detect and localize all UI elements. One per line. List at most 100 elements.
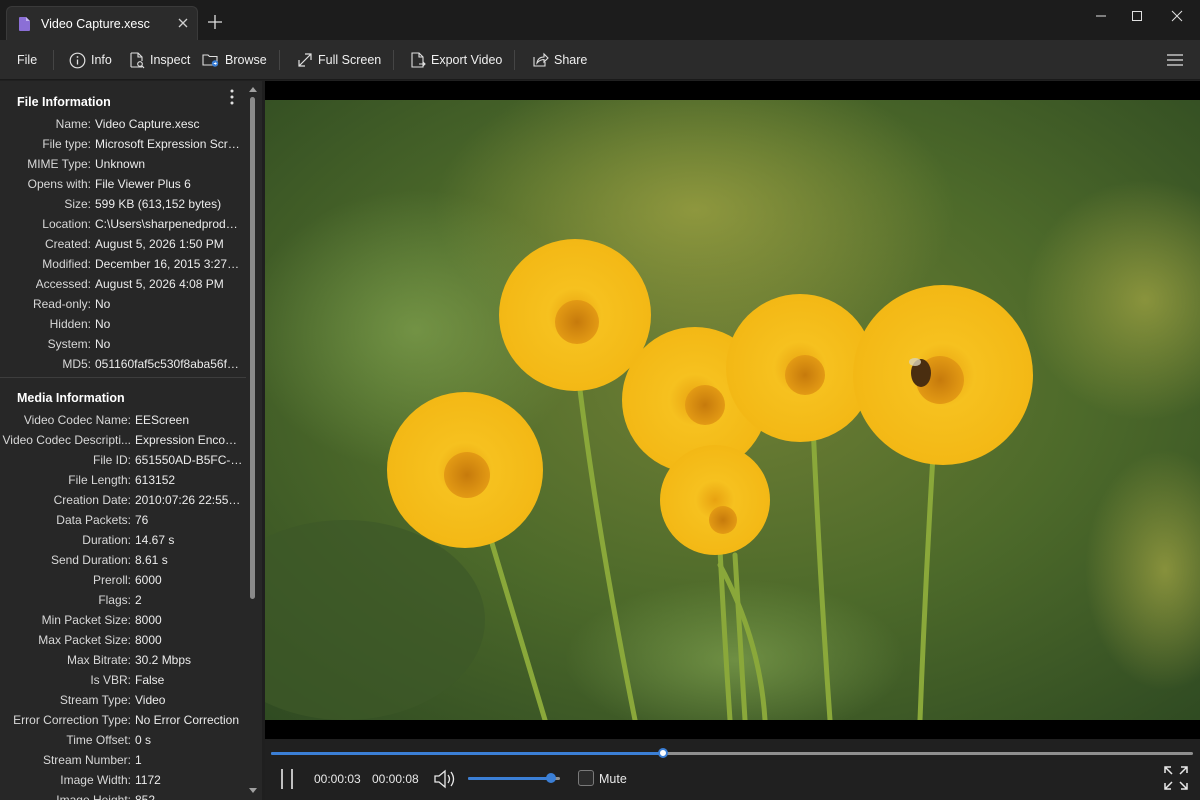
property-value[interactable]: Expression Encode...: [135, 433, 243, 447]
file-menu-button[interactable]: File: [17, 50, 37, 70]
property-value[interactable]: 852: [135, 793, 155, 800]
inspect-button[interactable]: Inspect: [129, 50, 190, 70]
scrollbar-thumb[interactable]: [250, 97, 255, 599]
seek-bar[interactable]: [271, 748, 1193, 758]
property-value[interactable]: C:\Users\sharpenedprodu...: [95, 217, 241, 231]
file-menu-label: File: [17, 53, 38, 67]
sidebar-scrollbar[interactable]: [247, 81, 260, 800]
volume-icon[interactable]: [433, 768, 457, 790]
property-value[interactable]: No: [95, 317, 110, 331]
seek-progress: [271, 752, 663, 755]
player-controls: 00:00:03 00:00:08 Mute: [265, 739, 1200, 800]
flower: [499, 239, 651, 391]
flower: [387, 392, 543, 548]
property-key: Stream Number:: [42, 753, 131, 767]
property-key: Accessed:: [35, 277, 91, 291]
browse-label: Browse: [225, 53, 267, 67]
property-row: Data Packets: 76: [0, 510, 246, 530]
property-value[interactable]: 14.67 s: [135, 533, 174, 547]
section-divider: [0, 377, 246, 378]
property-row: Time Offset: 0 s: [0, 730, 246, 750]
fullscreen-icon[interactable]: [1163, 765, 1189, 791]
property-value[interactable]: EEScreen: [135, 413, 189, 427]
current-time: 00:00:03: [314, 772, 361, 786]
share-label: Share: [554, 53, 588, 67]
property-key: Is VBR:: [90, 673, 131, 687]
property-value[interactable]: 6000: [135, 573, 162, 587]
full-screen-label: Full Screen: [318, 53, 382, 67]
property-value[interactable]: No: [95, 337, 110, 351]
video-frame: [265, 100, 1200, 720]
property-key: Image Height:: [56, 793, 131, 800]
property-value[interactable]: False: [135, 673, 164, 687]
property-value[interactable]: 1: [135, 753, 142, 767]
pause-icon[interactable]: [279, 767, 295, 791]
property-key: Location:: [42, 217, 91, 231]
close-tab-icon[interactable]: [175, 15, 191, 31]
toolbar-divider: [279, 50, 280, 70]
property-value[interactable]: No Error Correction: [135, 713, 239, 727]
scroll-up-icon[interactable]: [248, 85, 258, 93]
property-value[interactable]: 8000: [135, 613, 162, 627]
property-value[interactable]: 2: [135, 593, 142, 607]
property-value[interactable]: 613152: [135, 473, 175, 487]
property-row: Read-only: No: [0, 294, 246, 314]
info-button[interactable]: Info: [69, 50, 112, 70]
property-value[interactable]: August 5, 2026 1:50 PM: [95, 237, 224, 251]
property-row: Duration: 14.67 s: [0, 530, 246, 550]
scroll-down-icon[interactable]: [248, 787, 258, 795]
property-value[interactable]: 8.61 s: [135, 553, 168, 567]
property-value[interactable]: 651550AD-B5FC-4...: [135, 453, 243, 467]
mute-label: Mute: [599, 772, 627, 786]
property-value[interactable]: Video: [135, 693, 165, 707]
property-row: System: No: [0, 334, 246, 354]
close-window-button[interactable]: [1154, 0, 1200, 32]
property-value[interactable]: Unknown: [95, 157, 145, 171]
tab-video-capture[interactable]: Video Capture.xesc: [6, 6, 198, 40]
property-value[interactable]: 76: [135, 513, 148, 527]
toolbar-divider: [53, 50, 54, 70]
property-row: Stream Type: Video: [0, 690, 246, 710]
property-value[interactable]: Video Capture.xesc: [95, 117, 200, 131]
property-value[interactable]: 1172: [135, 773, 161, 787]
mute-checkbox[interactable]: [578, 770, 594, 786]
property-value[interactable]: 2010:07:26 22:55:35Z: [135, 493, 243, 507]
property-value[interactable]: No: [95, 297, 110, 311]
property-value[interactable]: December 16, 2015 3:27 PM: [95, 257, 241, 271]
property-key: Flags:: [98, 593, 131, 607]
property-key: Hidden:: [49, 317, 91, 331]
media-information-title: Media Information: [17, 391, 125, 405]
property-value[interactable]: Microsoft Expression Scre...: [95, 137, 241, 151]
property-value[interactable]: 8000: [135, 633, 162, 647]
property-value[interactable]: August 5, 2026 4:08 PM: [95, 277, 224, 291]
full-screen-button[interactable]: Full Screen: [297, 50, 381, 70]
hamburger-menu-icon[interactable]: [1166, 52, 1184, 68]
volume-slider[interactable]: [468, 773, 560, 783]
property-key: Created:: [44, 237, 91, 251]
property-value[interactable]: 051160faf5c530f8aba56fcb...: [95, 357, 241, 371]
more-options-icon[interactable]: [230, 89, 234, 105]
share-button[interactable]: Share: [532, 50, 587, 70]
browse-button[interactable]: Browse: [202, 50, 267, 70]
new-tab-icon[interactable]: [207, 14, 223, 30]
file-icon: [19, 17, 30, 31]
property-row: Video Codec Descripti... Expression Encod…: [0, 430, 246, 450]
property-value[interactable]: 0 s: [135, 733, 151, 747]
property-row: Preroll: 6000: [0, 570, 246, 590]
property-row: Min Packet Size: 8000: [0, 610, 246, 630]
property-key: Data Packets:: [56, 513, 131, 527]
video-viewport[interactable]: [265, 81, 1200, 739]
property-value[interactable]: 599 KB (613,152 bytes): [95, 197, 221, 211]
property-row: Error Correction Type: No Error Correctio…: [0, 710, 246, 730]
volume-thumb[interactable]: [545, 773, 556, 783]
property-value[interactable]: 30.2 Mbps: [135, 653, 191, 667]
seek-thumb[interactable]: [657, 748, 668, 758]
property-key: System:: [47, 337, 91, 351]
inspect-icon: [130, 51, 145, 68]
property-row: Is VBR: False: [0, 670, 246, 690]
property-key: Opens with:: [27, 177, 91, 191]
export-video-button[interactable]: Export Video: [410, 50, 502, 70]
export-file-icon: [411, 51, 426, 68]
toolbar-divider: [393, 50, 394, 70]
property-value[interactable]: File Viewer Plus 6: [95, 177, 191, 191]
